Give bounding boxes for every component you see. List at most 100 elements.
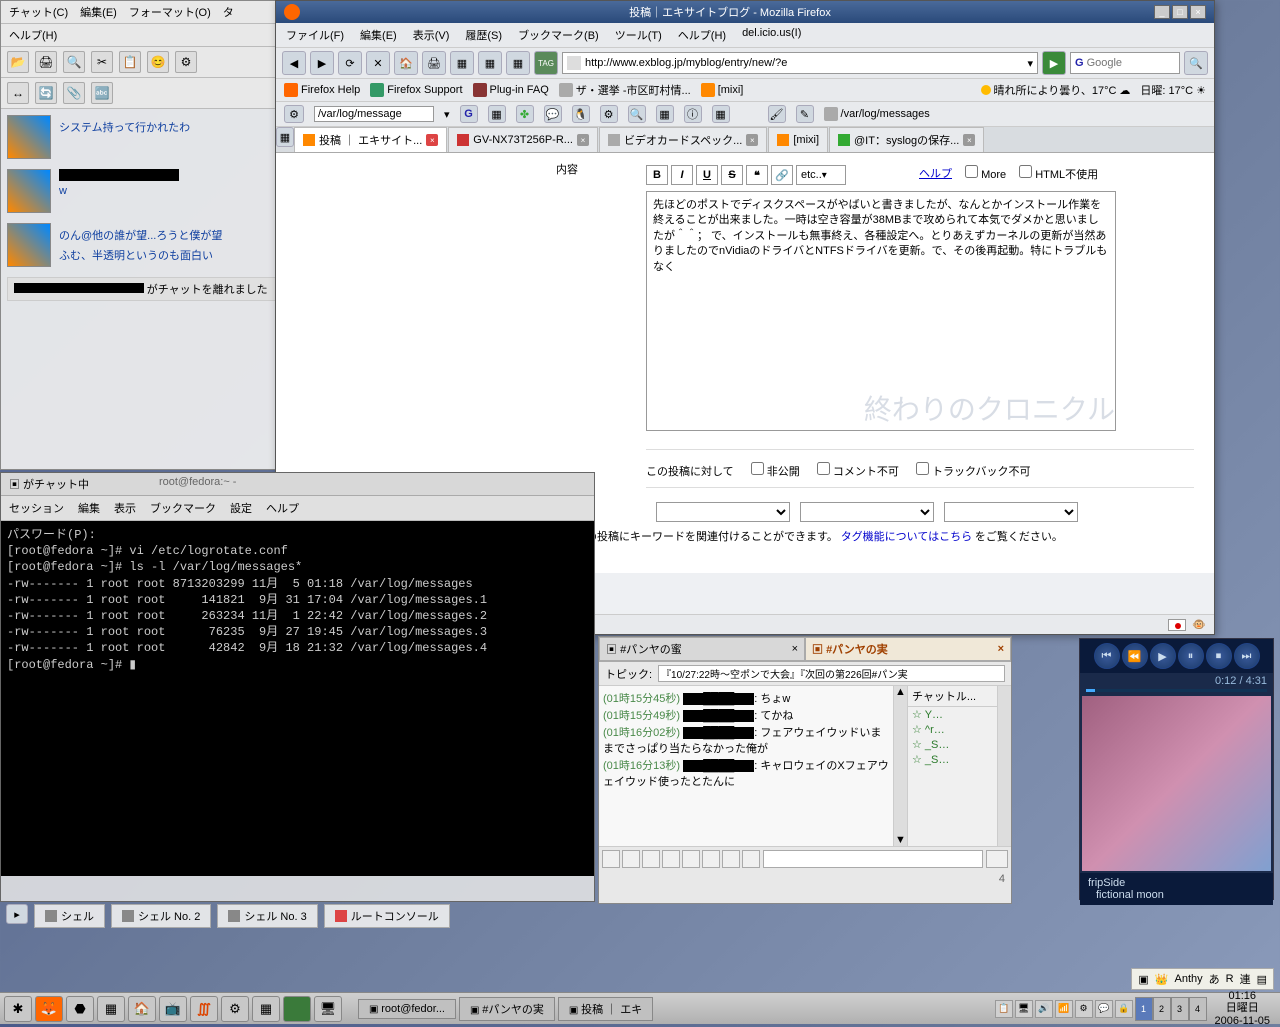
terminal-titlebar[interactable]: ▣ がチャット中 root@fedora:~ - xyxy=(1,473,594,496)
menu-item[interactable]: 編集(E) xyxy=(80,4,117,20)
bold-button[interactable]: B xyxy=(646,165,668,185)
chat-icon[interactable]: 💬 xyxy=(544,105,562,123)
menu-help[interactable]: ヘルプ xyxy=(266,500,299,516)
launcher-icon[interactable]: ⚙ xyxy=(221,996,249,1022)
menu-bookmarks[interactable]: ブックマーク xyxy=(150,500,216,516)
bookmark-item[interactable]: Plug-in FAQ xyxy=(473,83,549,97)
weather-widget[interactable]: 日曜: 17°C☀ xyxy=(1140,82,1206,98)
search-icon[interactable]: 🔍 xyxy=(628,105,646,123)
progress-bar[interactable] xyxy=(1086,689,1267,692)
close-icon[interactable]: × xyxy=(998,643,1004,655)
search-input[interactable] xyxy=(1087,57,1157,69)
launcher-icon[interactable]: 📺 xyxy=(159,996,187,1022)
strike-icon[interactable] xyxy=(682,850,700,868)
link-icon[interactable] xyxy=(722,850,740,868)
shell-tab[interactable]: ルートコンソール xyxy=(324,904,450,928)
nav-icon[interactable]: ↔ xyxy=(7,82,29,104)
next-button[interactable]: ⏭ xyxy=(1234,643,1260,669)
close-button[interactable]: × xyxy=(1190,5,1206,19)
irc-user[interactable]: ☆ _S… xyxy=(908,737,997,752)
cut-icon[interactable]: ✂ xyxy=(91,51,113,73)
underline-button[interactable]: U xyxy=(696,165,718,185)
tag-button[interactable]: TAG xyxy=(534,51,558,75)
ext-icon[interactable]: ▦ xyxy=(450,51,474,75)
menu-item[interactable]: ヘルプ(H) xyxy=(9,27,57,43)
menu-item[interactable]: フォーマット(O) xyxy=(129,4,211,20)
font-icon[interactable] xyxy=(602,850,620,868)
bold-icon[interactable] xyxy=(622,850,640,868)
browser-tab[interactable]: 投稿 ｜ エキサイト...× xyxy=(294,127,447,152)
shell-tab[interactable]: シェル No. 2 xyxy=(111,904,211,928)
no-trackback-checkbox[interactable]: トラックバック不可 xyxy=(916,466,1031,478)
menu-edit[interactable]: 編集 xyxy=(78,500,100,516)
browser-tab[interactable]: ビデオカードスペック...× xyxy=(599,127,767,152)
font-icon[interactable]: 🔤 xyxy=(91,82,113,104)
menu-file[interactable]: ファイル(F) xyxy=(286,27,344,43)
ime-engine[interactable]: Anthy xyxy=(1175,973,1203,985)
tray-icon[interactable]: 📋 xyxy=(995,1000,1013,1018)
firefox-launcher[interactable]: 🦊 xyxy=(35,996,63,1022)
firefox-titlebar[interactable]: 投稿｜エキサイトブログ - Mozilla Firefox _ □ × xyxy=(276,1,1214,23)
topic-input[interactable] xyxy=(658,665,1005,682)
tag-select[interactable] xyxy=(944,502,1078,522)
dropdown-icon[interactable]: ▾ xyxy=(444,108,450,121)
ext-icon[interactable]: ▦ xyxy=(712,105,730,123)
home-button[interactable]: 🏠 xyxy=(394,51,418,75)
browser-tab[interactable]: @IT：syslogの保存...× xyxy=(829,127,984,152)
ext-icon[interactable]: ⚙ xyxy=(284,105,304,123)
html-off-checkbox[interactable]: HTML不使用 xyxy=(1019,165,1098,185)
menu-session[interactable]: セッション xyxy=(9,500,64,516)
pager-cell[interactable]: 3 xyxy=(1171,997,1189,1021)
ext-icon[interactable]: ▦ xyxy=(488,105,506,123)
tag-help-link[interactable]: タグ機能についてはこちら xyxy=(841,531,972,543)
print-button[interactable]: 🖨 xyxy=(422,51,446,75)
close-tab-icon[interactable]: × xyxy=(963,134,975,146)
irc-message-input[interactable] xyxy=(763,850,983,868)
google-icon[interactable]: G xyxy=(460,105,478,123)
ext-icon[interactable]: ▦ xyxy=(506,51,530,75)
path-input[interactable] xyxy=(314,106,434,122)
stop-button[interactable]: ✕ xyxy=(366,51,390,75)
menu-item[interactable]: チャット(C) xyxy=(9,4,68,20)
close-tab-icon[interactable]: × xyxy=(577,134,589,146)
rewind-button[interactable]: ⏪ xyxy=(1122,643,1148,669)
launcher-icon[interactable]: ⬣ xyxy=(66,996,94,1022)
clover-icon[interactable]: ✤ xyxy=(516,105,534,123)
weather-widget[interactable]: 晴れ所により曇り、17°C☁ xyxy=(981,82,1131,98)
tray-icon[interactable]: ⚙ xyxy=(1075,1000,1093,1018)
no-comment-checkbox[interactable]: コメント不可 xyxy=(817,466,899,478)
print-icon[interactable]: 🖨 xyxy=(35,51,57,73)
italic-button[interactable]: I xyxy=(671,165,693,185)
shell-tab[interactable]: シェル No. 3 xyxy=(217,904,317,928)
bookmark-item[interactable]: ザ・選挙 -市区町村情... xyxy=(559,82,691,98)
ime-mode[interactable]: あ xyxy=(1209,971,1220,987)
send-button[interactable] xyxy=(986,850,1008,868)
newtab-button[interactable]: ▦ xyxy=(276,127,294,147)
color-icon[interactable] xyxy=(702,850,720,868)
ext-icon[interactable]: ⚙ xyxy=(600,105,618,123)
bookmark-item[interactable]: /var/log/messages xyxy=(824,107,930,121)
prev-button[interactable]: ⏮ xyxy=(1094,643,1120,669)
pager-cell[interactable]: 4 xyxy=(1189,997,1207,1021)
stop-button[interactable]: ⏹ xyxy=(1206,643,1232,669)
scrollbar[interactable]: ▲▼ xyxy=(893,686,907,846)
etc-dropdown[interactable]: etc..▾ xyxy=(796,165,846,185)
help-link[interactable]: ヘルプ xyxy=(919,165,952,185)
strike-button[interactable]: S xyxy=(721,165,743,185)
menu-edit[interactable]: 編集(E) xyxy=(360,27,397,43)
taskbar-item[interactable]: ▣ #パンヤの実 xyxy=(459,997,555,1021)
tag-select[interactable] xyxy=(800,502,934,522)
irc-messages[interactable]: (01時15分45秒) ████: ちょw (01時15分49秒) ████: … xyxy=(599,686,893,846)
irc-user[interactable]: ☆ _S… xyxy=(908,752,997,767)
menu-bookmarks[interactable]: ブックマーク(B) xyxy=(518,27,599,43)
menu-item[interactable]: タ xyxy=(223,4,234,20)
ext-icon[interactable]: ▦ xyxy=(478,51,502,75)
scrollbar[interactable] xyxy=(997,686,1011,846)
attach-icon[interactable]: 📎 xyxy=(63,82,85,104)
pencil-icon[interactable]: ✎ xyxy=(796,105,814,123)
monkey-icon[interactable]: 🐵 xyxy=(1192,618,1206,631)
menu-tools[interactable]: ツール(T) xyxy=(615,27,662,43)
tux-icon[interactable]: 🐧 xyxy=(572,105,590,123)
menu-delicious[interactable]: del.icio.us(I) xyxy=(742,27,801,43)
refresh-icon[interactable]: 🔄 xyxy=(35,82,57,104)
